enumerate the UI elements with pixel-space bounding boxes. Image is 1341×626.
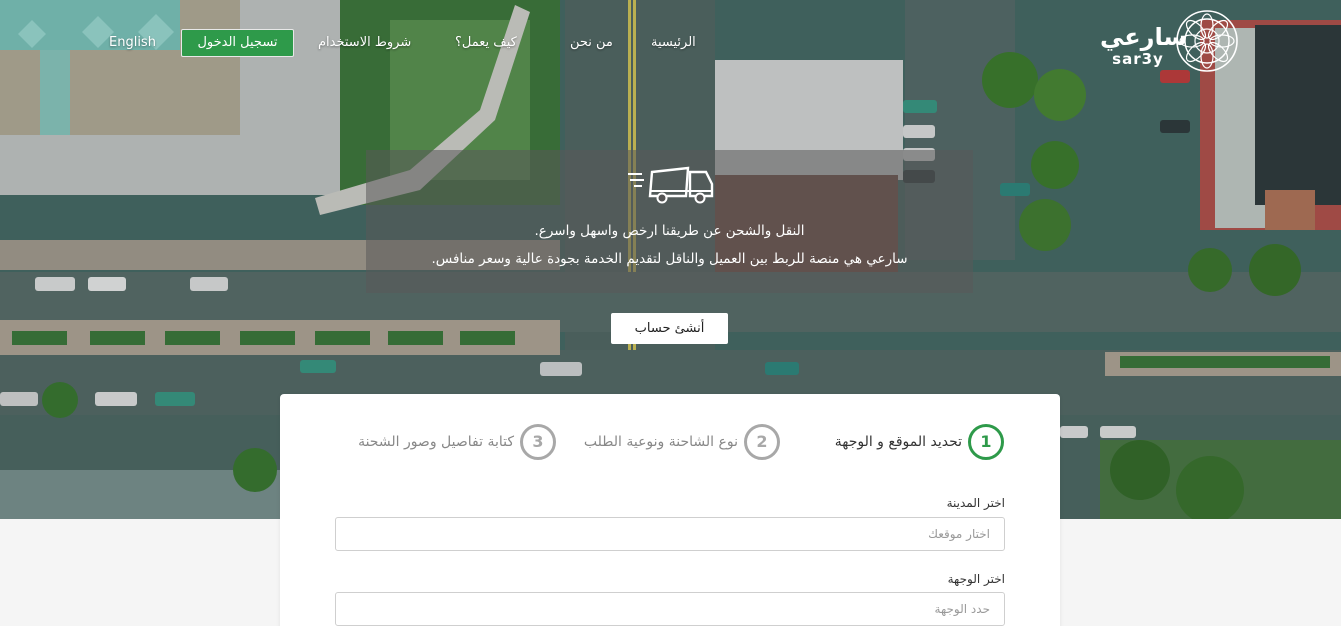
step-3-label: كتابة تفاصيل وصور الشحنة [358,434,514,450]
step-1-label: تحديد الموقع و الوجهة [834,434,962,450]
step-2-number: 2 [744,424,780,460]
nav-link-how-it-works[interactable]: كيف يعمل؟ [455,34,517,52]
create-account-button[interactable]: أنشئ حساب [611,313,728,344]
language-switch-link[interactable]: English [109,34,156,52]
step-1-location[interactable]: 1 تحديد الموقع و الوجهة [812,424,1006,460]
nav-link-about[interactable]: من نحن [570,34,613,52]
nav-link-home[interactable]: الرئيسية [651,34,696,52]
brand-name-latin: sar3y [1112,50,1164,68]
destination-field-label: اختر الوجهة [947,572,1005,586]
brand-logo[interactable]: سارعي sar3y [1100,8,1240,74]
hero-tagline: النقل والشحن عن طريقنا ارخص واسهل واسرع. [534,223,805,239]
step-2-label: نوع الشاحنة ونوعية الطلب [583,434,738,450]
delivery-truck-icon [628,166,714,204]
login-button[interactable]: تسجيل الدخول [181,29,294,57]
destination-input[interactable] [335,592,1005,626]
city-field-label: اختر المدينة [946,496,1005,510]
step-3-number: 3 [520,424,556,460]
nav-link-terms[interactable]: شروط الاستخدام [318,34,411,52]
brand-name-arabic: سارعي [1100,23,1188,51]
city-input[interactable] [335,517,1005,551]
step-3-shipment-details[interactable]: 3 كتابة تفاصيل وصور الشحنة [348,424,558,460]
hero-description: سارعي هي منصة للربط بين العميل والناقل ل… [431,251,908,267]
top-navigation: سارعي sar3y الرئيسية من نحن كيف يعمل؟ شر… [0,0,1341,88]
step-1-number: 1 [968,424,1004,460]
step-2-truck-type[interactable]: 2 نوع الشاحنة ونوعية الطلب [572,424,782,460]
